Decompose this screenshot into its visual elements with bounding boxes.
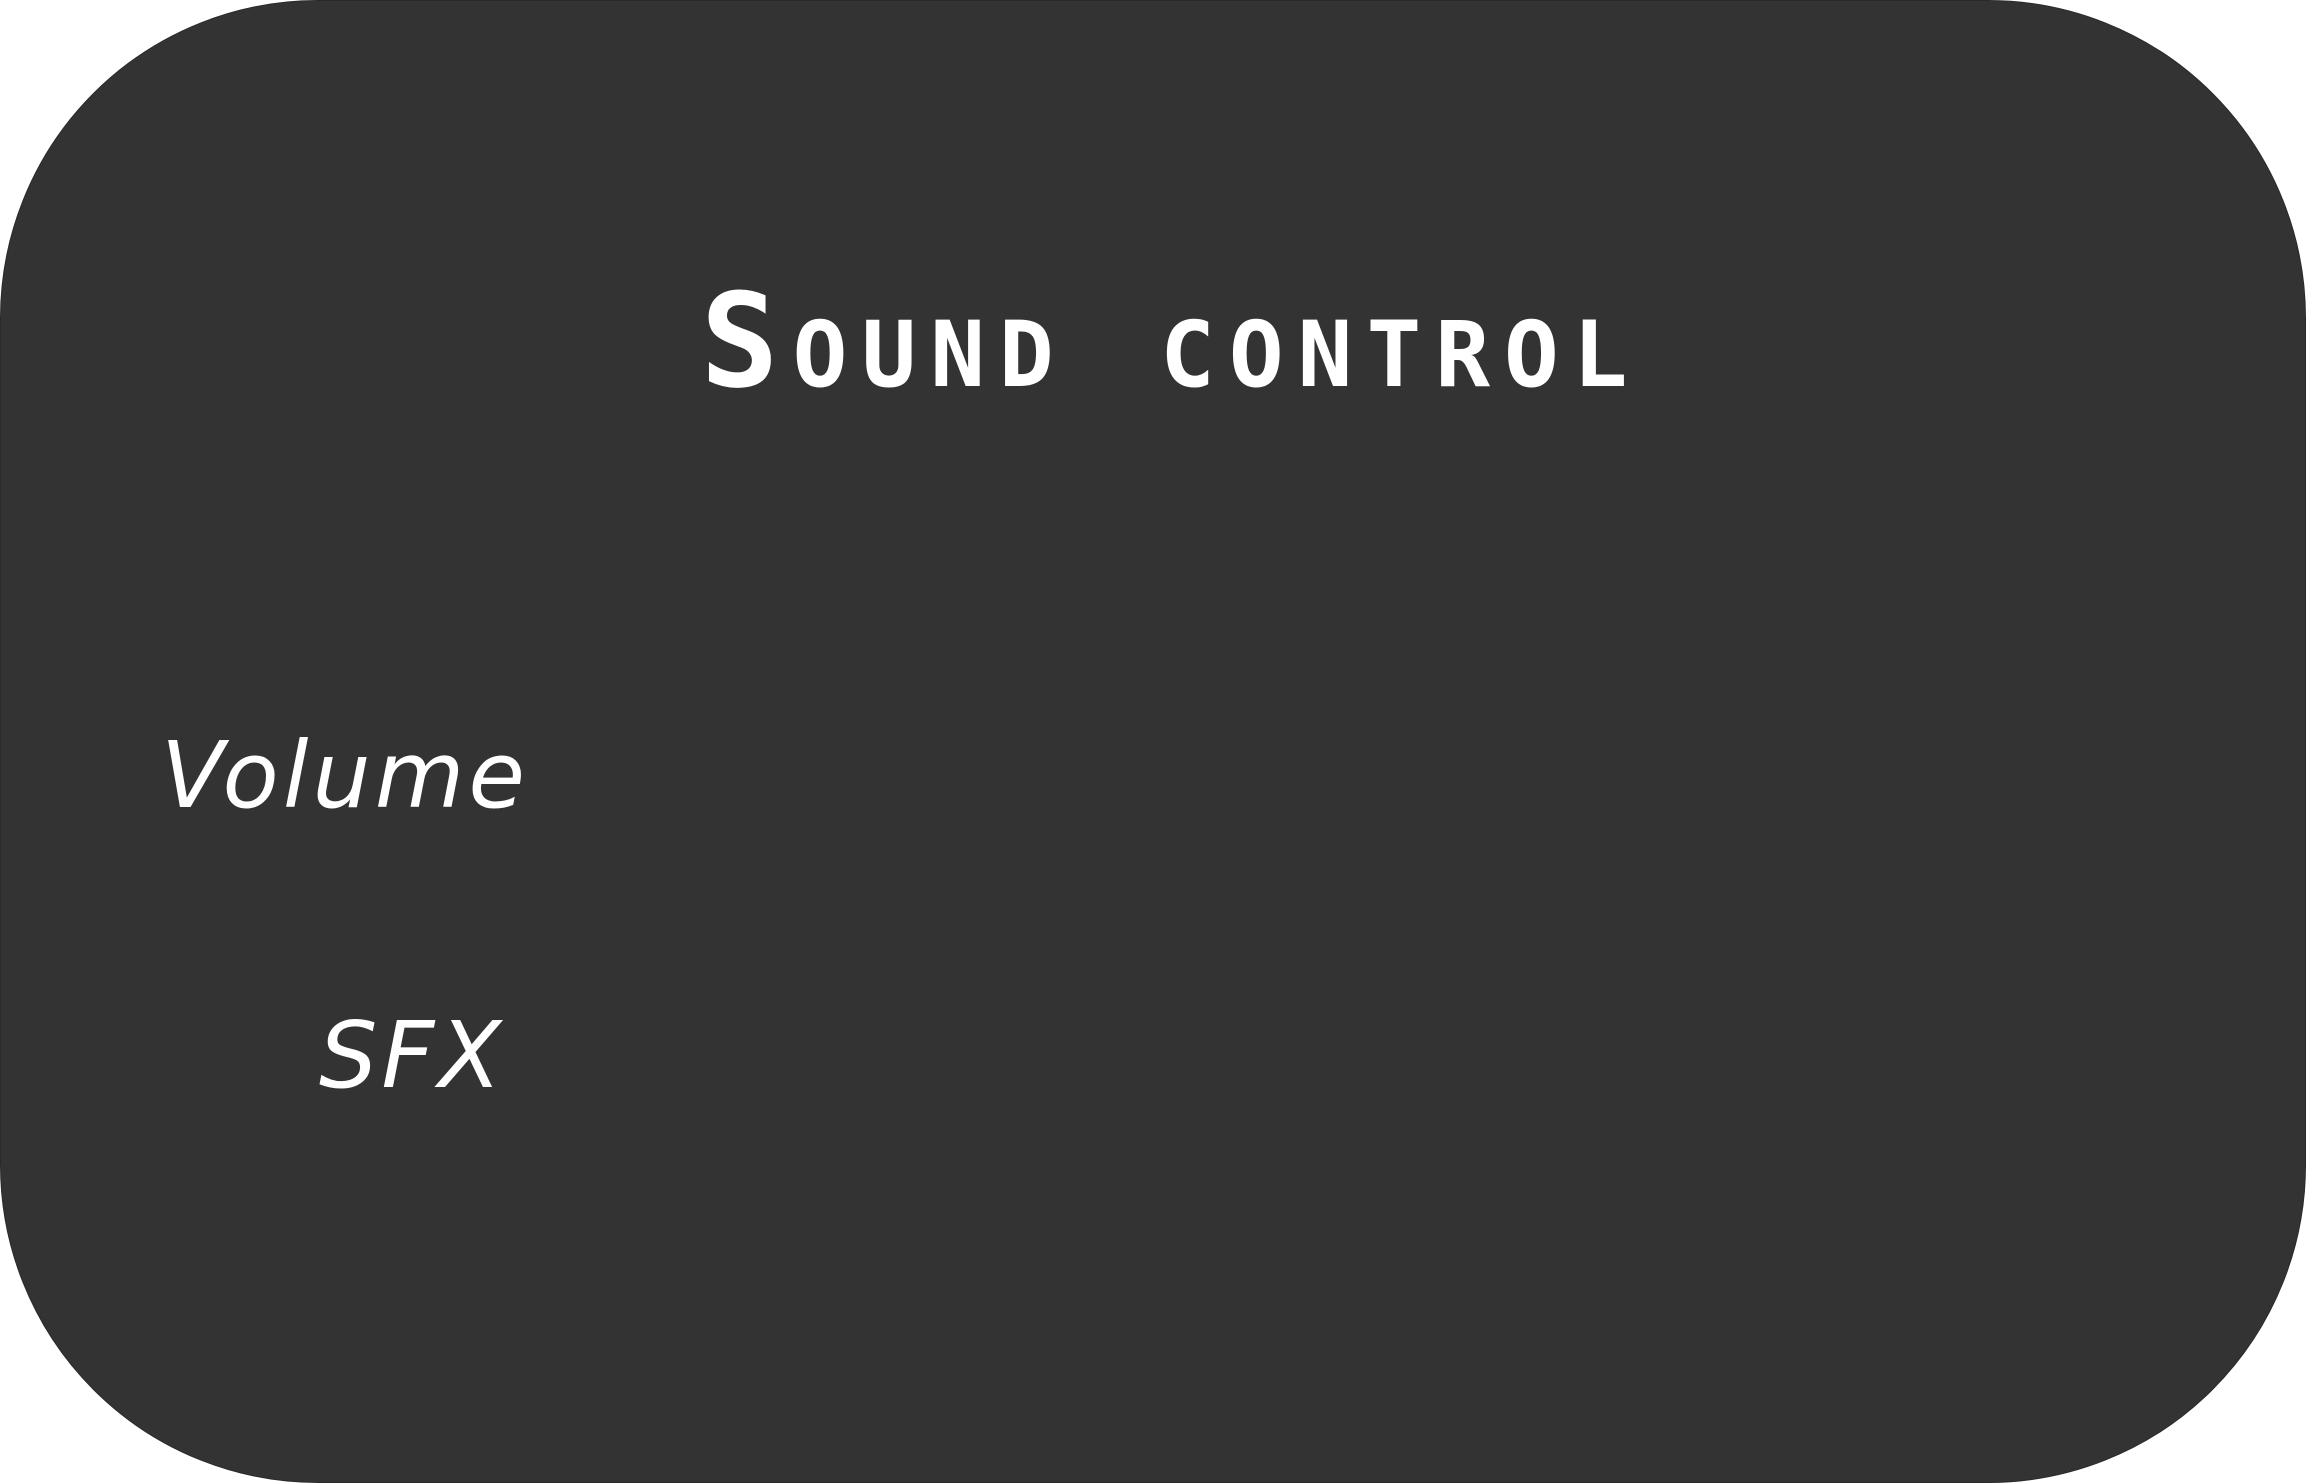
sfx-setting-label[interactable]: SFX	[319, 1001, 505, 1111]
sound-control-panel: Sound control Volume SFX	[0, 0, 2306, 1483]
volume-setting-label[interactable]: Volume	[161, 721, 529, 831]
menu-title: Sound control	[700, 265, 1642, 417]
